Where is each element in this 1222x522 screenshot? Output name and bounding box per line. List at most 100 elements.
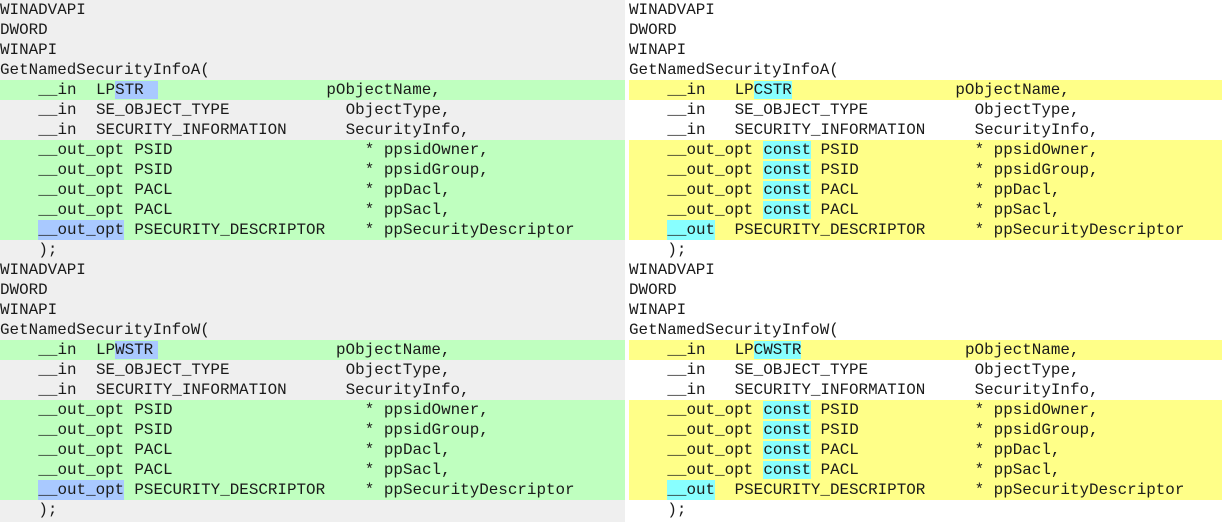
changed-code-line: __in LPCSTR pObjectName, (629, 80, 1222, 100)
type-prefix: PSID (134, 161, 173, 179)
changed-code-line: __out PSECURITY_DESCRIPTOR * ppSecurityDes… (629, 220, 1222, 240)
sal-annotation: __in (38, 101, 77, 119)
changed-code-line: __out_opt PACL * ppSacl, (0, 200, 629, 220)
param-type: PSECURITY_DESCRIPTOR (735, 480, 926, 500)
sal-annotation: __out_opt (667, 441, 754, 459)
changed-code-line: __in LPSTR pObjectName, (0, 80, 629, 100)
param-name: * ppDacl, (364, 441, 451, 459)
param-name: ObjectType, (974, 361, 1080, 379)
closing-paren: ); (667, 241, 687, 259)
type-prefix: PSID (134, 401, 173, 419)
changed-code-line: __out_opt PSECURITY_DESCRIPTOR * ppSecurit… (0, 480, 629, 500)
sal-annotation: __in (667, 121, 706, 139)
changed-code-line: __in LPWSTR pObjectName, (0, 340, 629, 360)
param-type: const PACL (763, 440, 859, 460)
param-name: * ppDacl, (974, 441, 1061, 459)
macro-keyword: DWORD (0, 281, 48, 299)
diff-pane-left[interactable]: WINADVAPI DWORD WINAPI GetNamedSecurityInfo… (0, 0, 629, 522)
sal-annotation: __in (38, 81, 77, 99)
changed-code-line: __out_opt PACL * ppDacl, (0, 180, 629, 200)
param-type: SECURITY_INFORMATION (735, 380, 926, 400)
param-name: * ppSacl, (974, 201, 1061, 219)
type-prefix: SECURITY_INFORMATION (734, 381, 926, 399)
type-diff-highlight: const (763, 201, 812, 219)
type-diff-highlight: const (763, 441, 812, 459)
changed-code-line: __out_opt const PACL * ppSacl, (629, 200, 1222, 220)
type-prefix: LP (734, 81, 754, 99)
param-type: SE_OBJECT_TYPE (96, 100, 230, 120)
param-type: const PSID (763, 140, 859, 160)
param-type: PSID (134, 140, 172, 160)
sal-annotation: __out_opt (667, 181, 754, 199)
code-line: DWORD (629, 280, 1222, 300)
param-type: const PACL (763, 180, 859, 200)
function-name: GetNamedSecurityInfoA( (0, 61, 210, 79)
param-type: PSID (134, 400, 172, 420)
changed-code-line: __in LPCWSTR pObjectName, (629, 340, 1222, 360)
function-name: GetNamedSecurityInfoA( (629, 61, 839, 79)
param-name: ObjectType, (345, 361, 451, 379)
type-diff-highlight: const (763, 181, 812, 199)
type-prefix: SE_OBJECT_TYPE (734, 101, 869, 119)
sal-annotation: __in (38, 381, 77, 399)
param-type: LPSTR (96, 80, 159, 100)
param-name: pObjectName, (336, 341, 451, 359)
sal-annotation: __out_opt (38, 421, 125, 439)
sal-annotation: __out_opt (38, 461, 125, 479)
param-type: const PACL (763, 460, 859, 480)
param-type: SE_OBJECT_TYPE (735, 360, 869, 380)
code-line: ); (0, 240, 625, 260)
code-line: GetNamedSecurityInfoW( (0, 320, 625, 340)
code-line: WINADVAPI (0, 0, 625, 20)
diff-pane-right[interactable]: WINADVAPI DWORD WINAPI GetNamedSecurityInfo… (629, 0, 1222, 522)
sal-annotation: __out_opt (38, 401, 125, 419)
param-name: SecurityInfo, (974, 381, 1099, 399)
param-type: const PSID (763, 160, 859, 180)
macro-keyword: WINAPI (629, 301, 687, 319)
type-diff-highlight: const (763, 401, 812, 419)
changed-code-line: __out_opt const PACL * ppSacl, (629, 460, 1222, 480)
sal-annotation: __in (667, 101, 706, 119)
param-name: SecurityInfo, (974, 121, 1099, 139)
param-name: * ppsidOwner, (974, 141, 1099, 159)
code-line: WINADVAPI (0, 260, 625, 280)
param-name: * ppSecurityDescriptor (974, 221, 1185, 239)
code-line: WINAPI (629, 300, 1222, 320)
sal-annotation: __out_opt (38, 141, 125, 159)
changed-code-line: __out PSECURITY_DESCRIPTOR * ppSecurityDes… (629, 480, 1222, 500)
type-prefix: PACL (134, 201, 173, 219)
macro-keyword: WINADVAPI (629, 1, 715, 19)
type-rest: PACL (820, 441, 859, 459)
param-type: const PSID (763, 400, 859, 420)
closing-paren: ); (667, 501, 687, 519)
sal-annotation: __out_opt (667, 401, 754, 419)
code-line: __in SECURITY_INFORMATION SecurityInfo, (629, 120, 1222, 140)
param-name: * ppSecurityDescriptor (364, 221, 575, 239)
changed-code-line: __out_opt PSECURITY_DESCRIPTOR * ppSecurit… (0, 220, 629, 240)
code-line: DWORD (0, 20, 625, 40)
code-line: __in SE_OBJECT_TYPE ObjectType, (629, 360, 1222, 380)
sal-annotation: __in (38, 361, 77, 379)
sal-annotation: __in (667, 381, 706, 399)
param-name: SecurityInfo, (345, 381, 470, 399)
param-type: PACL (134, 200, 172, 220)
type-diff-highlight: STR (115, 81, 159, 99)
param-name: * ppSacl, (974, 461, 1061, 479)
changed-code-line: __out_opt PACL * ppSacl, (0, 460, 629, 480)
param-type: PSECURITY_DESCRIPTOR (735, 220, 926, 240)
param-type: PSECURITY_DESCRIPTOR (134, 220, 325, 240)
param-type: SE_OBJECT_TYPE (96, 360, 230, 380)
code-line: WINADVAPI (629, 260, 1222, 280)
code-line: DWORD (629, 20, 1222, 40)
type-prefix: SE_OBJECT_TYPE (734, 361, 869, 379)
type-diff-highlight: const (763, 461, 812, 479)
macro-keyword: WINADVAPI (629, 261, 715, 279)
param-name: * ppSecurityDescriptor (364, 481, 575, 499)
sal-annotation: __out_opt (667, 201, 754, 219)
code-line: WINAPI (0, 40, 625, 60)
changed-code-line: __out_opt const PACL * ppDacl, (629, 440, 1222, 460)
type-rest: PSID (820, 141, 859, 159)
type-prefix: LP (96, 81, 116, 99)
type-diff-highlight: WSTR (115, 341, 159, 359)
type-rest: PACL (820, 461, 859, 479)
